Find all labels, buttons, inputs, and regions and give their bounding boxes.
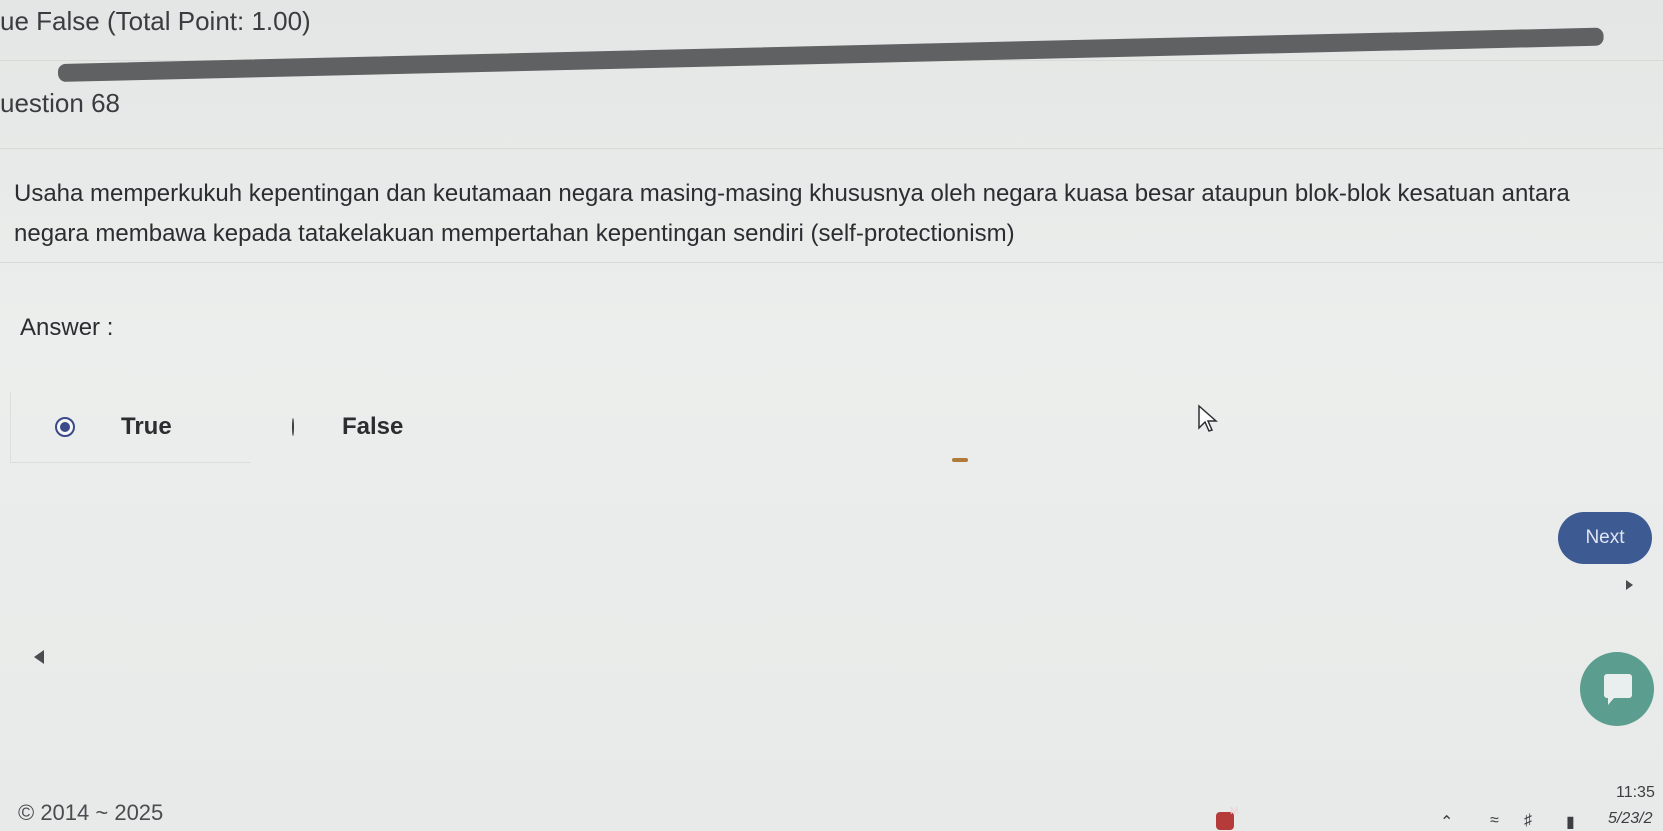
option-label-true: True [121,413,172,440]
scroll-right-arrow-icon[interactable] [1626,580,1633,590]
question-text: Usaha memperkukuh kepentingan dan keutam… [14,180,1570,247]
footer-copyright: © 2014 ~ 2025 [18,800,164,825]
radio-true[interactable] [55,417,75,437]
option-true[interactable]: True [10,392,251,463]
taskbar-app-badge: M [1230,806,1239,817]
divider [0,148,1663,149]
chevron-up-icon[interactable]: ⌃ [1440,812,1453,831]
scroll-left-arrow-icon[interactable] [34,650,44,664]
option-false[interactable]: False [250,392,403,462]
mouse-pointer-icon [1198,404,1218,432]
volume-icon[interactable]: ♯ [1524,812,1532,830]
question-number: uestion 68 [0,88,120,118]
radio-false[interactable] [292,418,294,436]
section-title: ue False (Total Point: 1.00) [0,6,311,36]
divider [0,262,1663,263]
next-button[interactable]: Next [1558,512,1652,564]
chat-button[interactable] [1580,652,1654,726]
taskbar-clock[interactable]: 11:35 [1616,784,1655,802]
taskbar-date[interactable]: 5/23/2 [1608,810,1652,828]
answer-label: Answer : [20,314,114,341]
answer-options: True False [10,392,403,468]
wifi-icon[interactable]: ≈ [1490,812,1499,830]
option-label-false: False [342,413,404,440]
screen-smudge [952,458,968,462]
chat-icon [1604,674,1632,705]
battery-icon[interactable]: ▮ [1566,812,1575,831]
quiz-page: ue False (Total Point: 1.00) uestion 68 … [0,0,1663,831]
